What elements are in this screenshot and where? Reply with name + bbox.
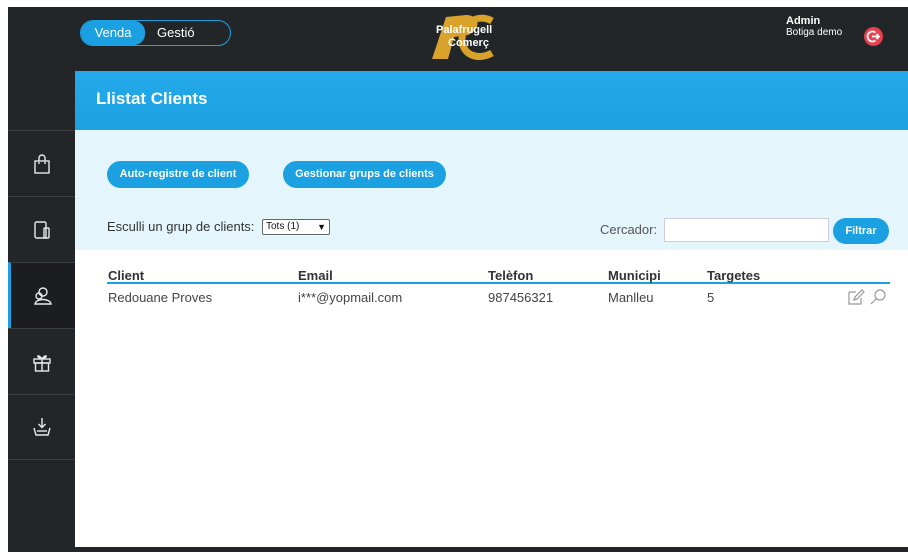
search-icon[interactable]: [869, 288, 887, 306]
device-icon: [33, 220, 50, 239]
cell-email: i***@yopmail.com: [298, 290, 403, 305]
search-input[interactable]: [664, 218, 829, 242]
sidebar-item-gifts[interactable]: [8, 328, 75, 394]
table-row: Redouane Proves i***@yopmail.com 9874563…: [107, 288, 890, 306]
column-header-municipality[interactable]: Municipi: [608, 268, 661, 283]
main-content: Llistat Clients Auto-registre de client …: [75, 71, 908, 547]
toggle-sale[interactable]: Venda: [81, 21, 145, 45]
cell-cards: 5: [707, 290, 715, 305]
user-name: Admin: [786, 15, 821, 27]
filter-button[interactable]: Filtrar: [833, 218, 889, 244]
bottom-strip: [75, 547, 908, 552]
sidebar-item-downloads[interactable]: [8, 394, 75, 460]
user-info: Admin Botiga demo: [786, 15, 842, 39]
column-header-client[interactable]: Client: [108, 268, 144, 283]
sidebar-item-shop[interactable]: [8, 130, 75, 196]
sidebar-item-clients[interactable]: [8, 262, 75, 328]
title-bar: Llistat Clients: [75, 71, 908, 130]
column-header-cards[interactable]: Targetes: [707, 268, 760, 283]
logout-icon: [866, 30, 881, 43]
row-actions: [847, 288, 891, 306]
page-title: Llistat Clients: [96, 89, 208, 108]
column-header-phone[interactable]: Telèfon: [488, 268, 533, 283]
gift-icon: [32, 354, 51, 372]
logo: Palafrugell Comerç: [422, 11, 498, 63]
group-select-label: Esculli un grup de clients:: [107, 219, 255, 234]
users-icon: [34, 286, 52, 305]
logo-text-line2: Comerç: [448, 37, 489, 49]
manage-groups-button[interactable]: Gestionar grups de clients: [283, 161, 446, 188]
sidebar-item-devices[interactable]: [8, 196, 75, 262]
cell-phone: 987456321: [488, 290, 554, 305]
chevron-down-icon: ▼: [317, 222, 326, 232]
user-shop: Botiga demo: [786, 27, 843, 38]
edit-icon[interactable]: [847, 288, 865, 306]
logout-button[interactable]: [864, 27, 883, 46]
sidebar: [8, 71, 75, 552]
download-tray-icon: [32, 418, 51, 436]
toggle-manage[interactable]: Gestió: [145, 21, 195, 45]
cell-municipality: Manlleu: [608, 290, 654, 305]
search-label: Cercador:: [600, 222, 658, 237]
group-select[interactable]: Tots (1) ▼: [262, 219, 330, 235]
shopping-bag-icon: [33, 153, 50, 174]
column-header-email[interactable]: Email: [298, 268, 333, 283]
top-bar: Venda Gestió Palafrugell Comerç Admin Bo…: [8, 7, 908, 71]
logo-text-line1: Palafrugell: [436, 24, 492, 36]
cell-client: Redouane Proves: [108, 290, 213, 305]
mode-toggle[interactable]: Venda Gestió: [80, 20, 231, 46]
auto-register-button[interactable]: Auto-registre de client: [107, 161, 249, 188]
filters-panel: Auto-registre de client Gestionar grups …: [75, 130, 908, 250]
group-select-value: Tots (1): [266, 221, 300, 232]
table-header: Client Email Telèfon Municipi Targetes: [107, 267, 890, 284]
